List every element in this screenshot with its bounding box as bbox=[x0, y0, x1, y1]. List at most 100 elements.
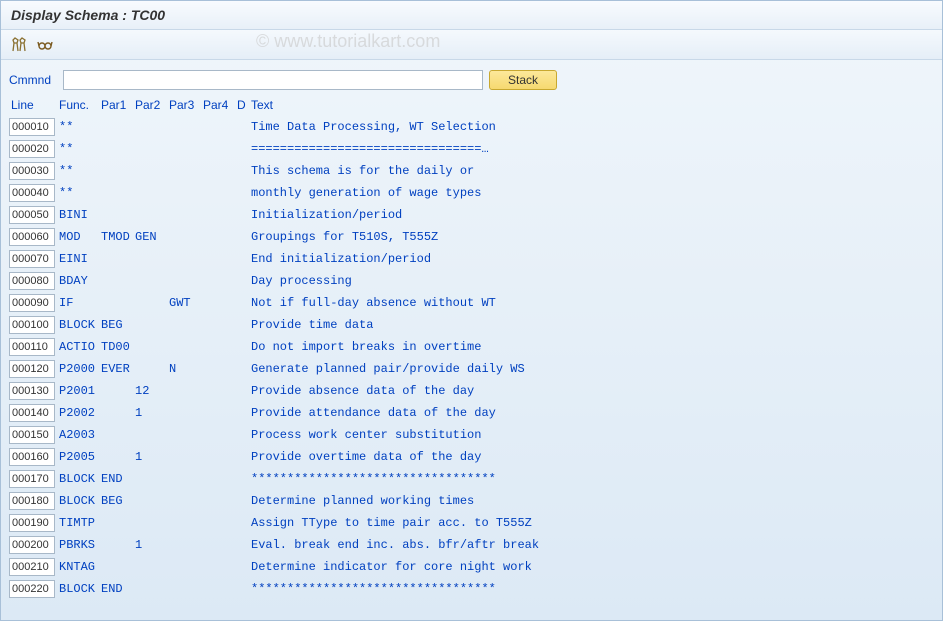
header-par3: Par3 bbox=[169, 98, 203, 112]
header-par1: Par1 bbox=[101, 98, 135, 112]
line-number-input[interactable] bbox=[9, 228, 55, 246]
cell-par2: 1 bbox=[135, 450, 169, 464]
line-number-input[interactable] bbox=[9, 140, 55, 158]
cell-text: Day processing bbox=[251, 274, 934, 288]
line-number-input[interactable] bbox=[9, 514, 55, 532]
table-row: P200112Provide absence data of the day bbox=[9, 380, 934, 402]
glasses-icon[interactable] bbox=[35, 35, 55, 55]
cell-par1: TMOD bbox=[101, 230, 135, 244]
line-number-input[interactable] bbox=[9, 580, 55, 598]
line-number-input[interactable] bbox=[9, 536, 55, 554]
column-headers: Line Func. Par1 Par2 Par3 Par4 D Text bbox=[9, 96, 934, 114]
cell-par1: BEG bbox=[101, 494, 135, 508]
cell-text: Provide overtime data of the day bbox=[251, 450, 934, 464]
table-row: BLOCKBEG Determine planned working times bbox=[9, 490, 934, 512]
header-par4: Par4 bbox=[203, 98, 237, 112]
cell-par1: EVER bbox=[101, 362, 135, 376]
cell-func: BDAY bbox=[59, 274, 101, 288]
header-par2: Par2 bbox=[135, 98, 169, 112]
cell-text: Provide attendance data of the day bbox=[251, 406, 934, 420]
stack-button[interactable]: Stack bbox=[489, 70, 557, 90]
table-row: **Time Data Processing, WT Selection bbox=[9, 116, 934, 138]
line-number-input[interactable] bbox=[9, 250, 55, 268]
cell-text: Determine planned working times bbox=[251, 494, 934, 508]
line-number-input[interactable] bbox=[9, 118, 55, 136]
cell-text: monthly generation of wage types bbox=[251, 186, 934, 200]
cell-text: ********************************** bbox=[251, 582, 934, 596]
line-number-input[interactable] bbox=[9, 404, 55, 422]
table-row: TIMTPAssign TType to time pair acc. to T… bbox=[9, 512, 934, 534]
cell-text: Provide time data bbox=[251, 318, 934, 332]
header-text: Text bbox=[251, 98, 934, 112]
cell-par3: GWT bbox=[169, 296, 203, 310]
cell-func: P2002 bbox=[59, 406, 101, 420]
cell-text: Eval. break end inc. abs. bfr/aftr break bbox=[251, 538, 934, 552]
table-row: BLOCKEND********************************… bbox=[9, 578, 934, 600]
cell-par1: BEG bbox=[101, 318, 135, 332]
cell-par2: 12 bbox=[135, 384, 169, 398]
cell-func: PBRKS bbox=[59, 538, 101, 552]
toolbar bbox=[1, 30, 942, 60]
header-d: D bbox=[237, 98, 251, 112]
cell-par3: N bbox=[169, 362, 203, 376]
cell-text: Provide absence data of the day bbox=[251, 384, 934, 398]
table-row: BDAY Day processing bbox=[9, 270, 934, 292]
line-number-input[interactable] bbox=[9, 360, 55, 378]
edit-icon[interactable] bbox=[9, 35, 29, 55]
cell-func: ** bbox=[59, 186, 101, 200]
title-bar: Display Schema : TC00 bbox=[1, 1, 942, 30]
table-row: P2002 1 Provide attendance data of the day bbox=[9, 402, 934, 424]
cell-func: IF bbox=[59, 296, 101, 310]
header-func: Func. bbox=[59, 98, 101, 112]
table-row: A2003Process work center substitution bbox=[9, 424, 934, 446]
cell-func: KNTAG bbox=[59, 560, 101, 574]
table-row: P2000EVER N Generate planned pair/provide … bbox=[9, 358, 934, 380]
cell-par1: TD00 bbox=[101, 340, 135, 354]
command-row: Cmmnd Stack bbox=[9, 70, 934, 90]
cell-func: BLOCK bbox=[59, 318, 101, 332]
line-number-input[interactable] bbox=[9, 294, 55, 312]
cell-text: Assign TType to time pair acc. to T555Z bbox=[251, 516, 934, 530]
table-row: **================================… bbox=[9, 138, 934, 160]
cell-func: P2005 bbox=[59, 450, 101, 464]
line-number-input[interactable] bbox=[9, 338, 55, 356]
line-number-input[interactable] bbox=[9, 272, 55, 290]
cell-text: ********************************** bbox=[251, 472, 934, 486]
cell-func: EINI bbox=[59, 252, 101, 266]
line-number-input[interactable] bbox=[9, 558, 55, 576]
line-number-input[interactable] bbox=[9, 382, 55, 400]
cell-func: ACTIO bbox=[59, 340, 101, 354]
cell-func: BINI bbox=[59, 208, 101, 222]
table-row: IF GWT Not if full-day absence without WT bbox=[9, 292, 934, 314]
line-number-input[interactable] bbox=[9, 470, 55, 488]
cell-text: Initialization/period bbox=[251, 208, 934, 222]
table-row: ** monthly generation of wage types bbox=[9, 182, 934, 204]
cell-par1: END bbox=[101, 582, 135, 596]
line-number-input[interactable] bbox=[9, 492, 55, 510]
line-number-input[interactable] bbox=[9, 448, 55, 466]
cell-text: Generate planned pair/provide daily WS bbox=[251, 362, 934, 376]
line-number-input[interactable] bbox=[9, 162, 55, 180]
command-input[interactable] bbox=[63, 70, 483, 90]
cell-text: Groupings for T510S, T555Z bbox=[251, 230, 934, 244]
cell-func: MOD bbox=[59, 230, 101, 244]
cell-par2: 1 bbox=[135, 406, 169, 420]
line-number-input[interactable] bbox=[9, 316, 55, 334]
content-area: Cmmnd Stack Line Func. Par1 Par2 Par3 Pa… bbox=[1, 60, 942, 610]
cell-func: BLOCK bbox=[59, 472, 101, 486]
cell-text: Time Data Processing, WT Selection bbox=[251, 120, 934, 134]
cell-text: End initialization/period bbox=[251, 252, 934, 266]
line-number-input[interactable] bbox=[9, 206, 55, 224]
cell-par2: GEN bbox=[135, 230, 169, 244]
table-row: P2005 1 Provide overtime data of the day bbox=[9, 446, 934, 468]
cell-func: BLOCK bbox=[59, 494, 101, 508]
cell-func: P2000 bbox=[59, 362, 101, 376]
table-row: **This schema is for the daily or bbox=[9, 160, 934, 182]
table-row: PBRKS1Eval. break end inc. abs. bfr/aftr… bbox=[9, 534, 934, 556]
cell-text: Not if full-day absence without WT bbox=[251, 296, 934, 310]
table-row: BLOCKEND********************************… bbox=[9, 468, 934, 490]
table-row: BINI Initialization/period bbox=[9, 204, 934, 226]
line-number-input[interactable] bbox=[9, 426, 55, 444]
table-row: MODTMODGEN Groupings for T510S, T555Z bbox=[9, 226, 934, 248]
line-number-input[interactable] bbox=[9, 184, 55, 202]
